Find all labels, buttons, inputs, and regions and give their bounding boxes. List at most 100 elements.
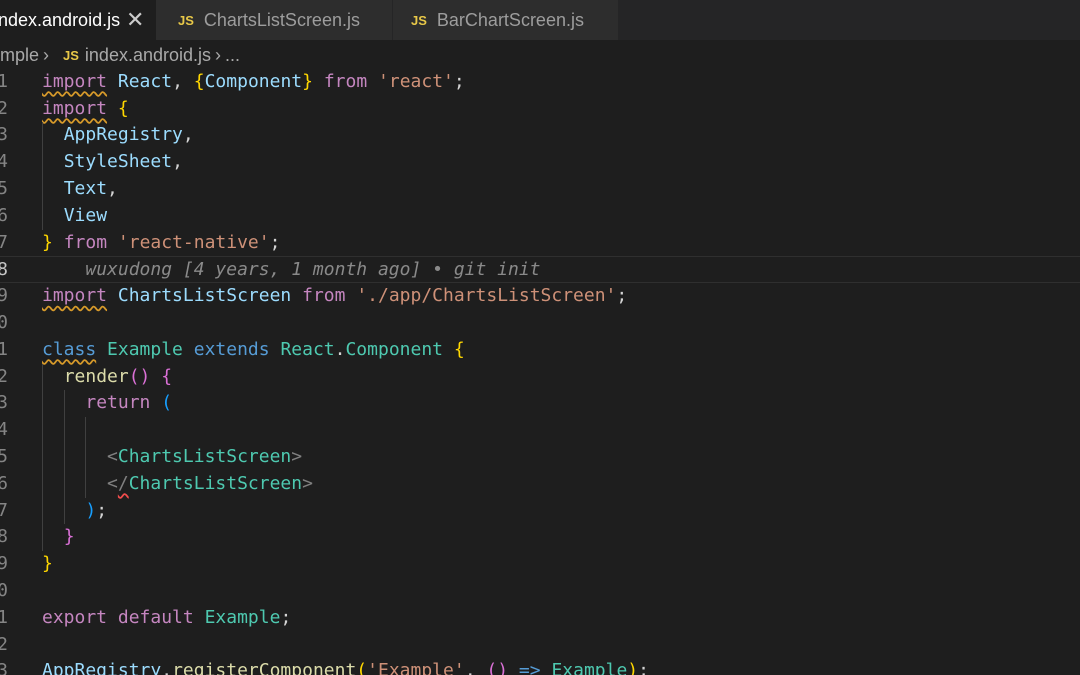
line-number: 9 <box>0 553 8 575</box>
line-number: 8 <box>0 526 8 548</box>
code-line[interactable]: 2 import { <box>0 96 1080 123</box>
line-number: 6 <box>0 204 8 226</box>
code-token: { <box>117 97 129 119</box>
code-token: { <box>193 70 205 92</box>
code-line[interactable]: 8 } <box>0 524 1080 551</box>
code-line[interactable]: 2 <box>0 632 1080 659</box>
code-token: } <box>63 526 75 548</box>
code-line[interactable]: 8 wuxudong [4 years, 1 month ago] • git … <box>0 256 1080 284</box>
code-token: Component <box>345 338 444 360</box>
code-token: . <box>334 338 346 360</box>
code-text: } from 'react-native'; <box>42 230 280 257</box>
code-text: AppRegistry.registerComponent('Example',… <box>42 658 649 675</box>
code-line[interactable]: 5 <ChartsListScreen> <box>0 444 1080 471</box>
code-token: AppRegistry <box>42 660 162 675</box>
code-editor[interactable]: 1 import React, {Component} from 'react';… <box>0 70 1080 675</box>
code-token: Text <box>63 178 108 199</box>
code-line[interactable]: 7} from 'react-native'; <box>0 230 1080 257</box>
code-line[interactable]: 9 import ChartsListScreen from './app/Cha… <box>0 283 1080 310</box>
code-token: wuxudong [4 years, 1 month ago] • git in… <box>85 259 541 281</box>
code-line[interactable]: 0 <box>0 578 1080 605</box>
line-number: 4 <box>0 419 8 441</box>
code-token: 'react-native' <box>117 231 270 253</box>
code-token: ChartsListScreen <box>128 472 303 494</box>
code-token: , <box>172 151 183 173</box>
code-line[interactable]: 4 <box>0 417 1080 444</box>
code-line[interactable]: 1 import React, {Component} from 'react'; <box>0 70 1080 96</box>
code-token: . <box>161 660 173 675</box>
code-line[interactable]: 0 <box>0 310 1080 337</box>
code-token: 'Example' <box>367 660 465 675</box>
breadcrumb-folder[interactable]: mple <box>0 40 39 70</box>
code-token: return <box>85 392 151 414</box>
code-line[interactable]: 6 </ChartsListScreen> <box>0 471 1080 498</box>
code-line[interactable]: 7 ); <box>0 498 1080 525</box>
js-file-icon: JS <box>178 13 194 28</box>
code-token: < <box>107 446 118 467</box>
line-number: 7 <box>0 499 8 521</box>
code-token: ; <box>453 70 465 92</box>
code-token: 'react' <box>378 70 454 92</box>
code-token: StyleSheet <box>63 151 173 173</box>
code-token: ( <box>161 392 173 414</box>
code-line[interactable]: 5 Text, <box>0 176 1080 203</box>
code-line[interactable]: 3 return ( <box>0 390 1080 417</box>
code-text: import React, {Component} from 'react'; <box>42 70 465 96</box>
tab-bar-chart-screen[interactable]: JS BarChartScreen.js <box>393 0 618 40</box>
code-text: wuxudong [4 years, 1 month ago] • git in… <box>42 257 541 284</box>
code-token: ) <box>627 660 639 675</box>
code-line[interactable]: 1 class Example extends React.Component { <box>0 337 1080 364</box>
code-token: import <box>42 97 108 119</box>
code-text: class Example extends React.Component { <box>42 337 465 364</box>
code-token: , <box>107 178 118 199</box>
indent-guide <box>85 417 87 498</box>
line-number: 8 <box>0 259 8 281</box>
code-token: , <box>464 660 487 675</box>
tab-label: BarChartScreen.js <box>436 10 584 30</box>
close-icon[interactable]: ✕ <box>126 0 144 40</box>
line-number: 3 <box>0 124 8 146</box>
code-line[interactable]: 6 View <box>0 203 1080 230</box>
line-number: 1 <box>0 70 8 92</box>
breadcrumb-more[interactable]: ... <box>225 40 240 70</box>
code-line[interactable]: 3 AppRegistry.registerComponent('Example'… <box>0 658 1080 675</box>
code-line[interactable]: 2 render() { <box>0 364 1080 391</box>
js-file-icon: JS <box>63 48 79 63</box>
code-token: View <box>63 204 108 226</box>
code-token: Example <box>551 660 628 675</box>
code-text: export default Example; <box>42 605 291 632</box>
tab-charts-list-screen[interactable]: JS ChartsListScreen.js <box>156 0 392 40</box>
code-token: } <box>42 553 53 575</box>
code-token: > <box>302 472 313 494</box>
code-line[interactable]: 3 AppRegistry, <box>0 122 1080 149</box>
breadcrumb: mple › JS index.android.js ›... <box>0 40 1080 70</box>
code-token: from <box>323 70 368 92</box>
code-line[interactable]: 1 export default Example; <box>0 605 1080 632</box>
code-token: import <box>42 285 108 307</box>
line-number: 6 <box>0 472 8 494</box>
code-line[interactable]: 4 StyleSheet, <box>0 149 1080 176</box>
tab-index-android[interactable]: index.android.js ✕ <box>0 0 169 40</box>
code-token: { <box>161 365 173 387</box>
line-number: 2 <box>0 365 8 387</box>
code-token: ; <box>280 606 292 628</box>
breadcrumb-file[interactable]: index.android.js <box>85 40 211 70</box>
code-line[interactable]: 9} <box>0 551 1080 578</box>
code-text: import ChartsListScreen from './app/Char… <box>42 283 627 310</box>
line-number: 5 <box>0 446 8 467</box>
code-token: () <box>128 365 151 387</box>
line-number: 2 <box>0 633 8 655</box>
